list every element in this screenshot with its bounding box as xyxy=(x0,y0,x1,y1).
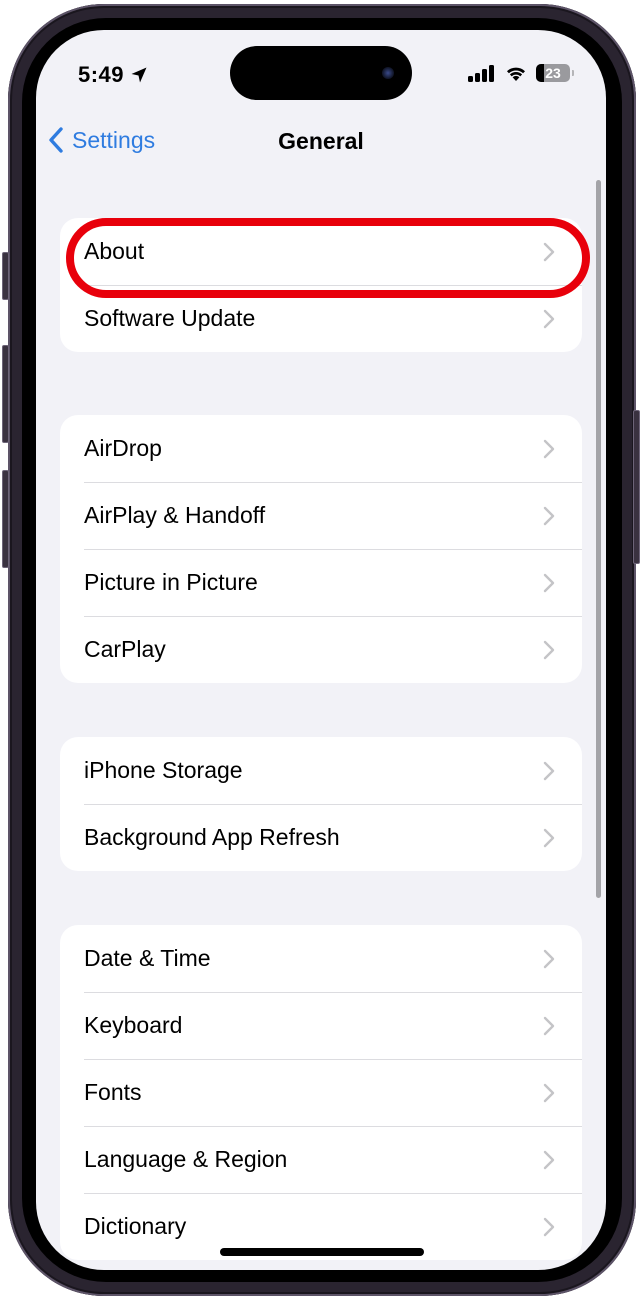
battery-icon: 23 xyxy=(536,64,570,82)
list-item-label: Date & Time xyxy=(84,945,211,971)
list-item-date-and-time[interactable]: Date & Time xyxy=(60,925,582,992)
chevron-right-icon xyxy=(543,1217,555,1236)
list-item-label: Picture in Picture xyxy=(84,569,258,595)
list-item-label: Language & Region xyxy=(84,1146,288,1172)
chevron-right-icon xyxy=(543,640,555,659)
chevron-right-icon xyxy=(543,573,555,592)
list-item-background-app-refresh[interactable]: Background App Refresh xyxy=(60,804,582,871)
list-item-picture-in-picture[interactable]: Picture in Picture xyxy=(60,549,582,616)
screen: 5:49 23 Settings General About Software … xyxy=(36,30,606,1270)
list-item-label: Software Update xyxy=(84,305,256,331)
chevron-right-icon xyxy=(543,439,555,458)
list-item-label: About xyxy=(84,238,145,264)
side-power-button xyxy=(633,410,640,564)
chevron-right-icon xyxy=(543,1083,555,1102)
dynamic-island xyxy=(230,46,412,100)
volume-up-button xyxy=(2,345,9,443)
list-item-keyboard[interactable]: Keyboard xyxy=(60,992,582,1059)
location-arrow-icon xyxy=(131,67,147,83)
scrollbar[interactable] xyxy=(596,180,601,898)
list-item-language-and-region[interactable]: Language & Region xyxy=(60,1126,582,1193)
list-item-label: iPhone Storage xyxy=(84,757,243,783)
list-item-airplay-and-handoff[interactable]: AirPlay & Handoff xyxy=(60,482,582,549)
battery-percent: 23 xyxy=(545,65,561,81)
navigation-bar: Settings General xyxy=(36,118,606,166)
chevron-right-icon xyxy=(543,828,555,847)
settings-group: Date & Time Keyboard Fonts Language & Regio… xyxy=(60,925,582,1260)
list-item-about[interactable]: About xyxy=(60,218,582,285)
front-camera-icon xyxy=(382,67,394,79)
status-indicators: 23 xyxy=(468,64,574,82)
list-item-label: Background App Refresh xyxy=(84,824,340,850)
home-indicator[interactable] xyxy=(220,1248,424,1256)
list-item-label: CarPlay xyxy=(84,636,166,662)
chevron-right-icon xyxy=(543,309,555,328)
settings-group: iPhone Storage Background App Refresh xyxy=(60,737,582,871)
chevron-right-icon xyxy=(543,761,555,780)
settings-group: About Software Update xyxy=(60,218,582,352)
list-item-fonts[interactable]: Fonts xyxy=(60,1059,582,1126)
list-item-label: AirPlay & Handoff xyxy=(84,502,266,528)
list-item-label: Fonts xyxy=(84,1079,142,1105)
action-button xyxy=(2,252,9,300)
chevron-right-icon xyxy=(543,506,555,525)
status-time: 5:49 xyxy=(78,62,148,88)
settings-group: AirDrop AirPlay & Handoff Picture in Pictu… xyxy=(60,415,582,683)
chevron-right-icon xyxy=(543,1150,555,1169)
list-item-label: AirDrop xyxy=(84,435,162,461)
list-item-label: Dictionary xyxy=(84,1213,187,1239)
list-item-airdrop[interactable]: AirDrop xyxy=(60,415,582,482)
status-time-text: 5:49 xyxy=(78,62,125,87)
page-title: General xyxy=(278,128,364,154)
chevron-right-icon xyxy=(543,1016,555,1035)
battery-fill xyxy=(536,64,544,82)
list-item-iphone-storage[interactable]: iPhone Storage xyxy=(60,737,582,804)
list-item-label: Keyboard xyxy=(84,1012,183,1038)
battery-tip xyxy=(572,70,574,76)
list-item-software-update[interactable]: Software Update xyxy=(60,285,582,352)
cellular-signal-icon xyxy=(468,65,494,82)
volume-down-button xyxy=(2,470,9,568)
chevron-right-icon xyxy=(543,242,555,261)
wifi-icon xyxy=(507,67,525,81)
chevron-right-icon xyxy=(543,949,555,968)
list-item-carplay[interactable]: CarPlay xyxy=(60,616,582,683)
